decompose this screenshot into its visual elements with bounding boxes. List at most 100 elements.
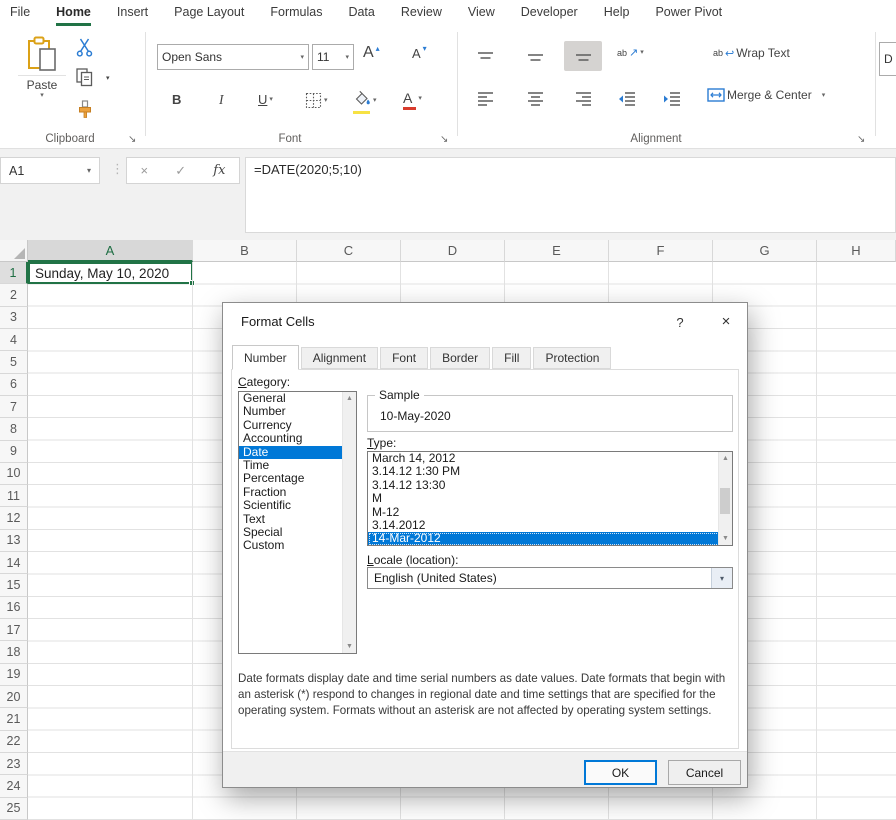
row-header-4[interactable]: 4 xyxy=(0,329,28,351)
type-item-3-14-12-1-30-pm[interactable]: 3.14.12 1:30 PM xyxy=(368,465,732,478)
row-header-2[interactable]: 2 xyxy=(0,284,28,306)
type-item-3-14-12-13-30[interactable]: 3.14.12 13:30 xyxy=(368,479,732,492)
align-center-button[interactable] xyxy=(518,86,552,112)
align-middle-button[interactable] xyxy=(518,44,552,70)
row-header-12[interactable]: 12 xyxy=(0,507,28,529)
merge-center-button[interactable]: Merge & Center ▾ xyxy=(707,88,825,102)
category-item-date[interactable]: Date xyxy=(239,446,356,459)
locale-dropdown[interactable]: English (United States) ▾ xyxy=(367,567,733,589)
row-header-15[interactable]: 15 xyxy=(0,574,28,596)
format-painter-button[interactable] xyxy=(76,100,94,119)
row-header-14[interactable]: 14 xyxy=(0,552,28,574)
column-header-c[interactable]: C xyxy=(297,240,401,262)
column-header-e[interactable]: E xyxy=(505,240,609,262)
category-item-currency[interactable]: Currency xyxy=(239,419,356,432)
cancel-button[interactable]: Cancel xyxy=(668,760,741,785)
row-header-19[interactable]: 19 xyxy=(0,664,28,686)
confirm-entry-icon[interactable]: ✓ xyxy=(175,163,186,179)
increase-indent-button[interactable] xyxy=(655,86,689,112)
category-item-time[interactable]: Time xyxy=(239,459,356,472)
row-header-18[interactable]: 18 xyxy=(0,641,28,663)
menu-tab-data[interactable]: Data xyxy=(348,0,374,26)
row-header-11[interactable]: 11 xyxy=(0,485,28,507)
scroll-down-icon[interactable]: ▼ xyxy=(722,532,729,545)
menu-tab-insert[interactable]: Insert xyxy=(117,0,148,26)
decrease-indent-button[interactable] xyxy=(610,86,644,112)
row-header-6[interactable]: 6 xyxy=(0,374,28,396)
font-name-dropdown-icon[interactable]: ▾ xyxy=(300,54,304,61)
close-icon[interactable]: × xyxy=(711,309,741,333)
font-dialog-launcher-icon[interactable]: ↘ xyxy=(440,134,448,145)
type-list[interactable]: March 14, 20123.14.12 1:30 PM3.14.12 13:… xyxy=(367,451,733,546)
type-item-march-14-2012[interactable]: March 14, 2012 xyxy=(368,452,732,465)
row-header-24[interactable]: 24 xyxy=(0,775,28,797)
copy-dropdown-icon[interactable]: ▾ xyxy=(106,75,110,82)
active-cell-a1[interactable]: Sunday, May 10, 2020 xyxy=(28,262,193,284)
underline-button[interactable]: U ▾ xyxy=(258,92,273,107)
menu-tab-formulas[interactable]: Formulas xyxy=(270,0,322,26)
formula-input[interactable]: =DATE(2020;5;10) xyxy=(245,157,896,233)
name-box-dropdown-icon[interactable]: ▾ xyxy=(87,166,91,175)
italic-button[interactable]: I xyxy=(219,92,224,108)
category-item-custom[interactable]: Custom xyxy=(239,539,356,552)
dialog-tab-border[interactable]: Border xyxy=(430,347,490,369)
dialog-tab-fill[interactable]: Fill xyxy=(492,347,531,369)
row-header-1[interactable]: 1 xyxy=(0,262,28,284)
dialog-tab-number[interactable]: Number xyxy=(232,345,299,370)
bold-button[interactable]: B xyxy=(172,92,181,107)
alignment-dialog-launcher-icon[interactable]: ↘ xyxy=(857,134,865,145)
cut-button[interactable] xyxy=(76,38,93,57)
cancel-entry-icon[interactable]: × xyxy=(141,163,149,178)
select-all-corner[interactable] xyxy=(0,240,28,262)
font-size-combo[interactable]: 11 ▾ xyxy=(312,44,354,70)
row-header-21[interactable]: 21 xyxy=(0,708,28,730)
wrap-text-button[interactable]: ab ↩ Wrap Text xyxy=(713,46,790,60)
dialog-tab-protection[interactable]: Protection xyxy=(533,347,611,369)
font-color-dropdown-icon[interactable]: ▾ xyxy=(418,95,422,102)
merge-dropdown-icon[interactable]: ▾ xyxy=(822,92,826,99)
help-icon[interactable]: ? xyxy=(669,311,691,333)
fill-color-button[interactable]: ▾ xyxy=(353,90,377,110)
row-header-9[interactable]: 9 xyxy=(0,441,28,463)
locale-dropdown-icon[interactable]: ▾ xyxy=(711,568,732,588)
row-header-10[interactable]: 10 xyxy=(0,463,28,485)
row-header-5[interactable]: 5 xyxy=(0,351,28,373)
row-header-23[interactable]: 23 xyxy=(0,753,28,775)
row-header-20[interactable]: 20 xyxy=(0,686,28,708)
row-header-25[interactable]: 25 xyxy=(0,798,28,820)
category-item-text[interactable]: Text xyxy=(239,513,356,526)
scroll-up-icon[interactable]: ▲ xyxy=(722,452,729,465)
orientation-button[interactable]: ab ↗ ▾ xyxy=(617,46,644,59)
row-header-7[interactable]: 7 xyxy=(0,396,28,418)
category-scrollbar[interactable]: ▲ ▼ xyxy=(342,392,356,653)
menu-tab-view[interactable]: View xyxy=(468,0,495,26)
column-header-b[interactable]: B xyxy=(193,240,297,262)
font-size-dropdown-icon[interactable]: ▾ xyxy=(345,54,349,61)
column-header-f[interactable]: F xyxy=(609,240,713,262)
menu-tab-page-layout[interactable]: Page Layout xyxy=(174,0,244,26)
type-scrollbar[interactable]: ▲ ▼ xyxy=(718,452,732,545)
category-item-special[interactable]: Special xyxy=(239,526,356,539)
clipboard-dialog-launcher-icon[interactable]: ↘ xyxy=(128,134,136,145)
underline-dropdown-icon[interactable]: ▾ xyxy=(269,96,273,103)
name-box[interactable]: A1 ▾ xyxy=(0,157,100,184)
row-header-16[interactable]: 16 xyxy=(0,597,28,619)
borders-button[interactable]: ▾ xyxy=(305,92,328,109)
borders-dropdown-icon[interactable]: ▾ xyxy=(324,97,328,104)
menu-tab-help[interactable]: Help xyxy=(604,0,630,26)
align-left-button[interactable] xyxy=(468,86,502,112)
type-item-3-14-2012[interactable]: 3.14.2012 xyxy=(368,519,732,532)
menu-tab-power-pivot[interactable]: Power Pivot xyxy=(655,0,722,26)
column-header-g[interactable]: G xyxy=(713,240,817,262)
menu-tab-file[interactable]: File xyxy=(10,0,30,26)
scroll-down-icon[interactable]: ▼ xyxy=(346,640,353,653)
category-item-number[interactable]: Number xyxy=(239,405,356,418)
row-header-3[interactable]: 3 xyxy=(0,307,28,329)
type-item-m[interactable]: M xyxy=(368,492,732,505)
menu-tab-review[interactable]: Review xyxy=(401,0,442,26)
insert-function-icon[interactable]: fx xyxy=(213,163,225,178)
type-item-m-12[interactable]: M-12 xyxy=(368,506,732,519)
ok-button[interactable]: OK xyxy=(584,760,657,785)
column-header-a[interactable]: A xyxy=(28,240,193,262)
row-header-22[interactable]: 22 xyxy=(0,731,28,753)
